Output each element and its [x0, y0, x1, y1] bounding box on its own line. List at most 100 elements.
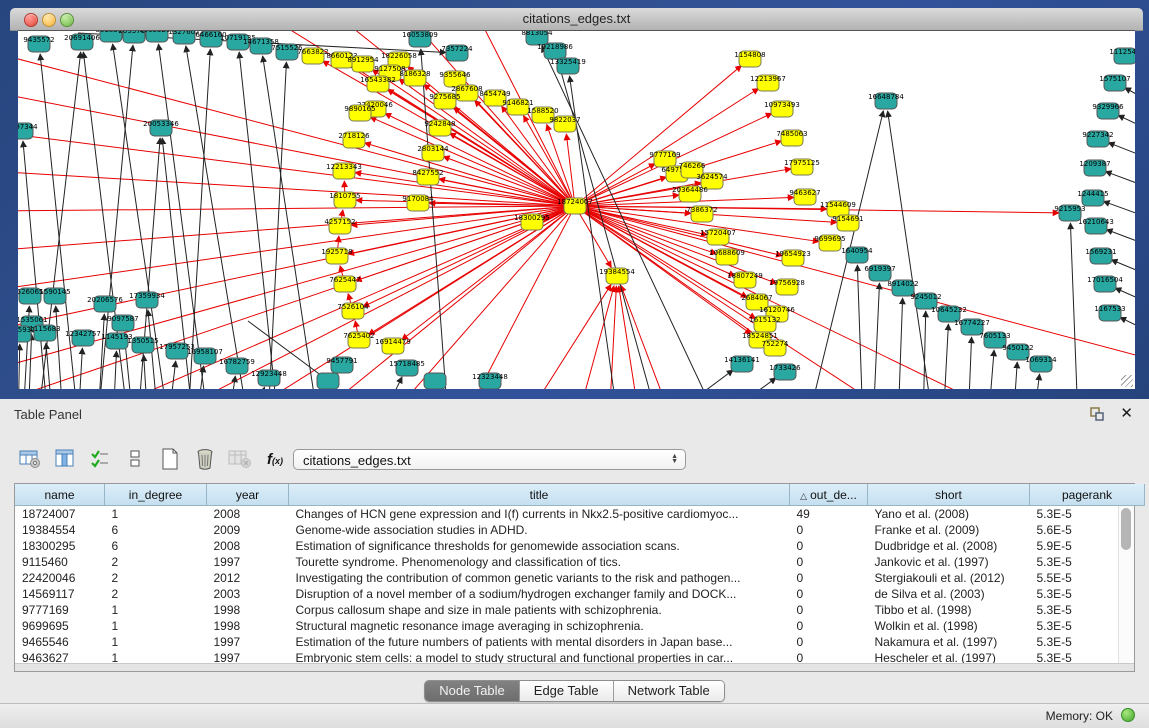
table-cell[interactable]: Stergiakouli et al. (2012) [868, 570, 1030, 586]
citation-edge-black[interactable] [263, 56, 318, 389]
table-cell[interactable]: 2008 [207, 506, 289, 523]
table-cell[interactable]: 0 [790, 602, 868, 618]
citation-edge-red[interactable] [621, 285, 678, 389]
citation-edge-red[interactable] [18, 131, 575, 206]
table-cell[interactable]: 2009 [207, 522, 289, 538]
table-row[interactable]: 1830029562008Estimation of significance … [15, 538, 1145, 554]
table-cell[interactable]: 0 [790, 538, 868, 554]
table-cell[interactable]: 1 [105, 634, 207, 650]
table-cell[interactable]: Wolkin et al. (1998) [868, 618, 1030, 634]
table-cell[interactable]: de Silva et al. (2003) [868, 586, 1030, 602]
table-cell[interactable]: Corpus callosum shape and size in male p… [289, 602, 790, 618]
table-cell[interactable]: 1997 [207, 554, 289, 570]
table-row[interactable]: 1456911722003Disruption of a novel membe… [15, 586, 1145, 602]
citation-edge-black[interactable] [248, 387, 265, 389]
table-cell[interactable]: Yano et al. (2008) [868, 506, 1030, 523]
table-cell[interactable]: 0 [790, 522, 868, 538]
column-header-title[interactable]: title [289, 484, 790, 506]
table-cell[interactable]: 0 [790, 634, 868, 650]
table-cell[interactable]: Nakamura et al. (1997) [868, 634, 1030, 650]
show-columns-icon[interactable] [53, 447, 77, 471]
table-cell[interactable]: 2003 [207, 586, 289, 602]
citation-edge-black[interactable] [113, 351, 116, 389]
column-header-short[interactable]: short [868, 484, 1030, 506]
citation-edge-black[interactable] [1108, 143, 1135, 162]
citation-edge-black[interactable] [1118, 115, 1135, 134]
table-cell[interactable]: Investigating the contribution of common… [289, 570, 790, 586]
table-cell[interactable]: 1998 [207, 602, 289, 618]
citation-edge-black[interactable] [558, 61, 658, 389]
table-cell[interactable]: Changes of HCN gene expression and I(f) … [289, 506, 790, 523]
table-cell[interactable]: 6 [105, 538, 207, 554]
citation-edge-black[interactable] [1070, 223, 1078, 389]
citation-edge-black[interactable] [56, 306, 63, 389]
float-window-icon[interactable] [1089, 406, 1105, 422]
scrollbar-thumb[interactable] [1121, 508, 1131, 550]
column-header-name[interactable]: name [15, 484, 105, 506]
table-cell[interactable]: 2008 [207, 538, 289, 554]
graph-node[interactable] [424, 373, 446, 389]
citation-edge-black[interactable] [968, 337, 972, 389]
table-cell[interactable]: 49 [790, 506, 868, 523]
row-selection-icon[interactable] [88, 447, 112, 471]
table-cell[interactable]: Estimation of significance thresholds fo… [289, 538, 790, 554]
table-row[interactable]: 1938455462009Genome-wide association stu… [15, 522, 1145, 538]
table-cell[interactable]: Genome-wide association studies in ADHD. [289, 522, 790, 538]
table-cell[interactable]: 1997 [207, 634, 289, 650]
table-cell[interactable]: Tourette syndrome. Phenomenology and cla… [289, 554, 790, 570]
citation-edge-black[interactable] [873, 283, 879, 389]
table-row[interactable]: 946554611997Estimation of the future num… [15, 634, 1145, 650]
citation-edge-black[interactable] [186, 46, 248, 389]
table-cell[interactable]: 2 [105, 554, 207, 570]
column-header-in_degree[interactable]: in_degree [105, 484, 207, 506]
table-options-icon[interactable] [18, 447, 42, 471]
citation-edge-red[interactable] [619, 286, 643, 389]
citation-edge-black[interactable] [1013, 362, 1017, 389]
table-cell[interactable]: 2012 [207, 570, 289, 586]
citation-edge-black[interactable] [28, 334, 32, 389]
citation-edge-red[interactable] [18, 206, 575, 211]
citation-edge-black[interactable] [98, 314, 104, 389]
citation-edge-black[interactable] [703, 378, 776, 389]
citation-edge-red[interactable] [18, 206, 575, 371]
citation-edge-black[interactable] [1106, 229, 1135, 249]
tab-node-table[interactable]: Node Table [425, 681, 520, 701]
table-cell[interactable]: 9777169 [15, 602, 105, 618]
table-row[interactable]: 2242004622012Investigating the contribut… [15, 570, 1145, 586]
table-cell[interactable]: 0 [790, 570, 868, 586]
citation-edge-black[interactable] [857, 265, 863, 389]
citation-edge-black[interactable] [378, 377, 402, 389]
table-vertical-scrollbar[interactable] [1118, 506, 1134, 663]
table-cell[interactable]: 0 [790, 554, 868, 570]
citation-edge-black[interactable] [898, 298, 903, 389]
citation-edge-black[interactable] [188, 49, 210, 389]
citation-edge-black[interactable] [78, 348, 82, 389]
delete-column-icon[interactable] [193, 447, 217, 471]
citation-edge-red[interactable] [575, 206, 782, 256]
table-cell[interactable]: Franke et al. (2009) [868, 522, 1030, 538]
table-cell[interactable]: 9699695 [15, 618, 105, 634]
citation-edge-black[interactable] [144, 355, 148, 389]
table-cell[interactable]: 14569117 [15, 586, 105, 602]
table-cell[interactable]: 1 [105, 602, 207, 618]
citation-edge-black[interactable] [923, 311, 926, 389]
table-selector[interactable]: citations_edges.txt ▲▼ [293, 449, 686, 470]
table-row[interactable]: 911546021997Tourette syndrome. Phenomeno… [15, 554, 1145, 570]
table-cell[interactable]: 2 [105, 586, 207, 602]
citation-edge-black[interactable] [168, 361, 176, 389]
function-builder-icon[interactable]: f(x) [267, 451, 283, 468]
citation-edge-red[interactable] [18, 51, 575, 206]
network-canvas[interactable]: 9435572206914068618304209371410653267132… [18, 30, 1135, 389]
citation-edge-red[interactable] [575, 88, 759, 206]
citation-edge-red[interactable] [18, 206, 575, 251]
table-cell[interactable]: 18724007 [15, 506, 105, 523]
citation-edge-red[interactable] [575, 206, 1059, 213]
graph-node[interactable] [317, 373, 339, 389]
table-cell[interactable]: Estimation of the future numbers of pati… [289, 634, 790, 650]
table-cell[interactable]: 18300295 [15, 538, 105, 554]
table-cell[interactable]: 0 [790, 618, 868, 634]
table-cell[interactable]: 0 [790, 586, 868, 602]
citation-edge-black[interactable] [988, 350, 994, 389]
table-cell[interactable]: Tibbo et al. (1998) [868, 602, 1030, 618]
table-cell[interactable]: 1 [105, 506, 207, 523]
